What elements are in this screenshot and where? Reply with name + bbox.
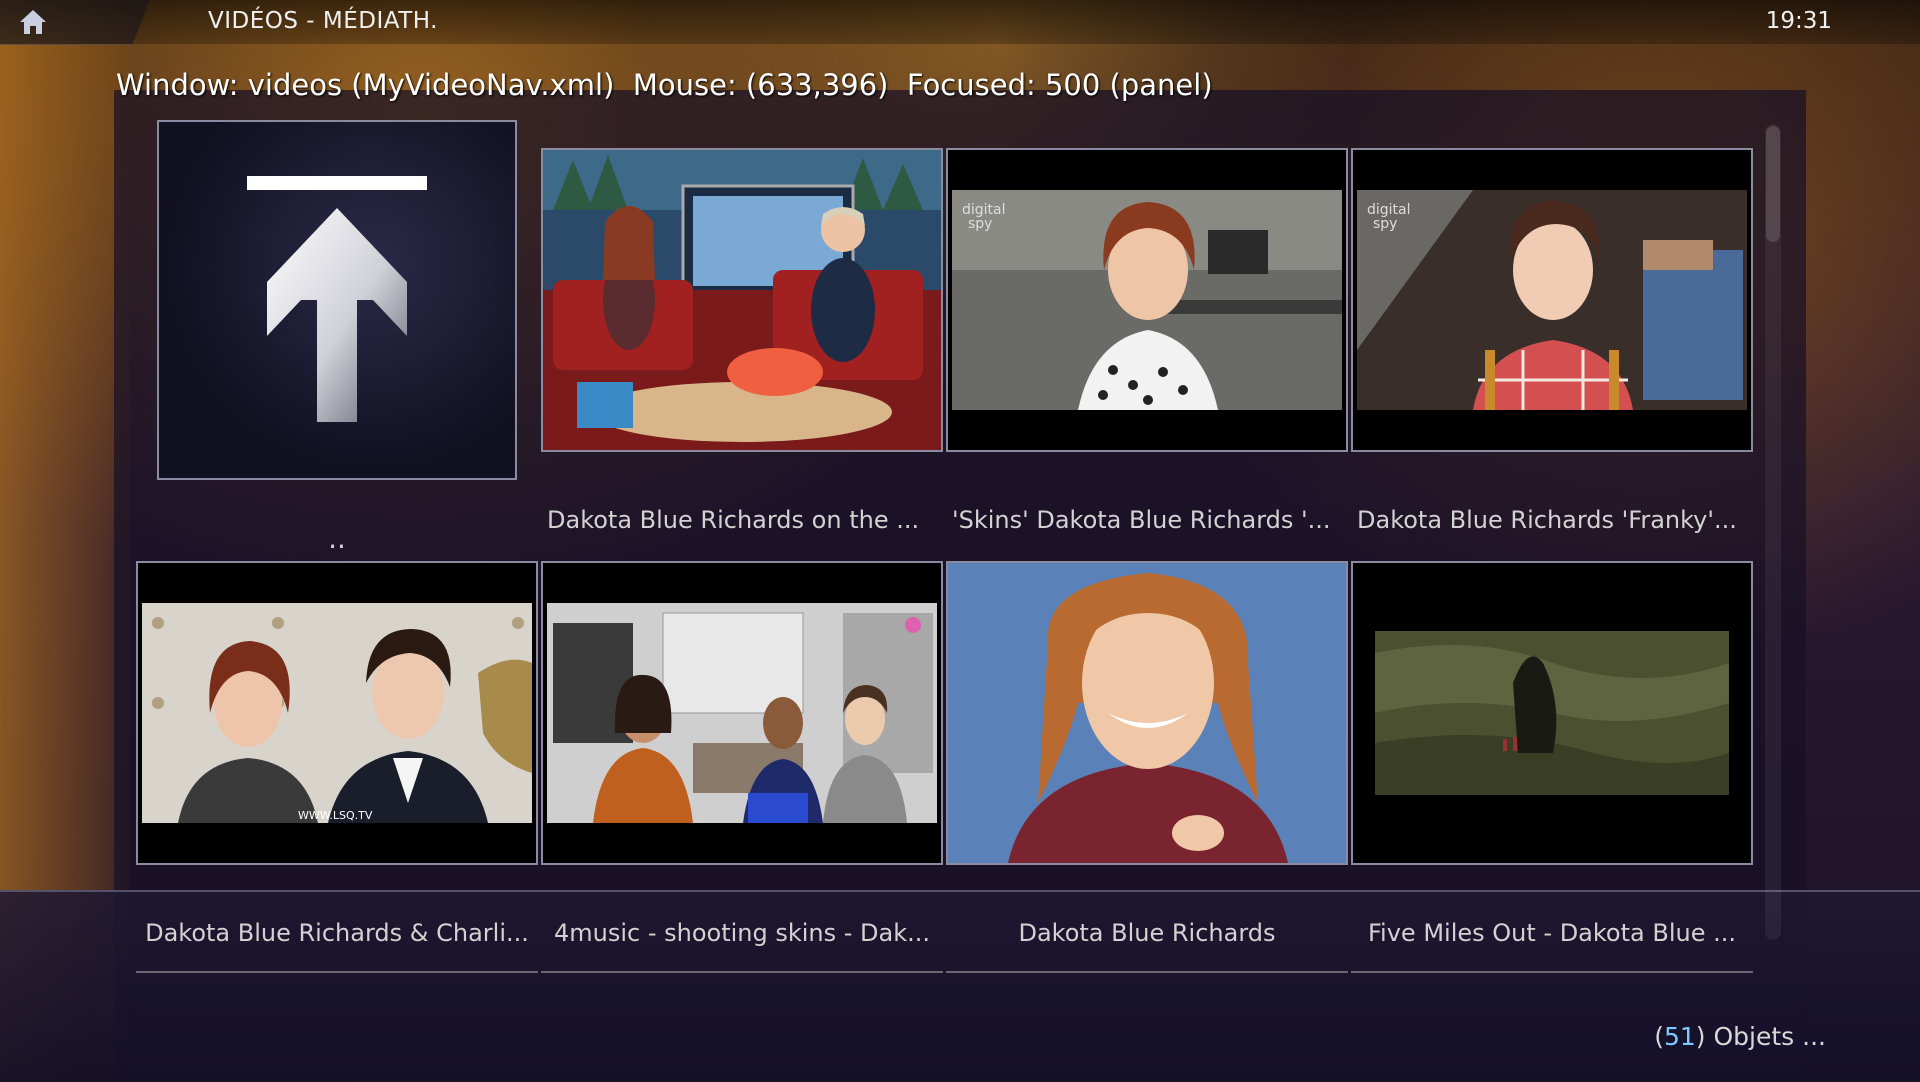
tile-underline <box>136 971 538 973</box>
video-thumbnail <box>1351 561 1753 865</box>
tile-underline <box>541 971 943 973</box>
item-count-number: 51 <box>1663 1022 1696 1051</box>
clock: 19:31 <box>1765 8 1832 34</box>
video-thumbnail <box>541 148 943 452</box>
parent-folder-label: .. <box>328 522 346 555</box>
video-thumbnail <box>946 561 1348 865</box>
svg-text:spy: spy <box>1373 216 1397 232</box>
video-title: 'Skins' Dakota Blue Richards '... <box>952 506 1331 534</box>
debug-info: Window: videos (MyVideoNav.xml) Mouse: (… <box>116 68 1213 102</box>
video-title: Dakota Blue Richards on the ... <box>547 506 920 534</box>
video-title: Dakota Blue Richards & Charli... <box>145 919 529 947</box>
home-icon[interactable] <box>18 8 48 36</box>
video-tile[interactable]: digital spy Dakota Blue Richards 'Franky… <box>1351 148 1753 538</box>
item-count: (51) Objets ... <box>1654 1022 1826 1051</box>
video-title: 4music - shooting skins - Dak... <box>553 919 931 947</box>
tile-underline <box>1351 971 1753 973</box>
scrollbar-thumb[interactable] <box>1766 126 1780 242</box>
video-title: Dakota Blue Richards <box>1018 919 1276 947</box>
parent-folder-thumb[interactable] <box>157 120 517 480</box>
svg-text:WWW.LSQ.TV: WWW.LSQ.TV <box>298 809 373 822</box>
video-title: Five Miles Out - Dakota Blue ... <box>1368 919 1736 947</box>
parent-folder-arrow-icon <box>247 176 427 422</box>
video-tile[interactable]: Five Miles Out - Dakota Blue ... <box>1351 561 1753 975</box>
video-tile[interactable]: digital spy 'Skins' Dakota Blue Richards… <box>946 148 1348 538</box>
window-title: VIDÉOS - MÉDIATH. <box>208 8 438 34</box>
video-thumbnail <box>541 561 943 865</box>
video-tile[interactable]: WWW.LSQ.TV Dakota Blue Richards & Charli… <box>136 561 538 975</box>
video-tile[interactable]: Dakota Blue Richards <box>946 561 1348 975</box>
video-thumbnail: WWW.LSQ.TV <box>136 561 538 865</box>
video-thumbnail: digital spy <box>946 148 1348 452</box>
video-tile[interactable]: 4music - shooting skins - Dak... <box>541 561 943 975</box>
item-count-suffix: ) Objets ... <box>1695 1022 1826 1051</box>
video-thumbnail: digital spy <box>1351 148 1753 452</box>
tile-underline <box>946 971 1348 973</box>
item-count-open: ( <box>1654 1022 1664 1051</box>
scrollbar[interactable] <box>1765 124 1781 940</box>
video-tile[interactable]: Dakota Blue Richards on the ... <box>541 148 943 538</box>
svg-text:spy: spy <box>968 216 992 232</box>
video-title: Dakota Blue Richards 'Franky'... <box>1357 506 1737 534</box>
